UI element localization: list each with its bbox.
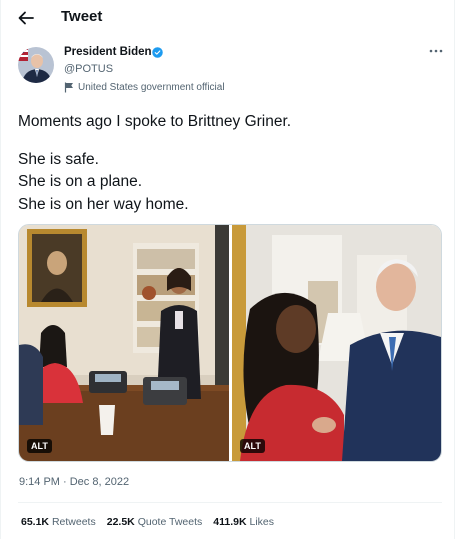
retweets-count: 65.1K [21, 516, 50, 528]
likes-count: 411.9K [213, 516, 247, 528]
engagement-stats: 65.1K Retweets 22.5K Quote Tweets 411.9K… [21, 516, 274, 528]
tweet-text: Moments ago I spoke to Brittney Griner. … [18, 111, 438, 216]
top-bar: Tweet [1, 0, 455, 36]
tweet-text-line: She is on her way home. [18, 195, 189, 213]
alt-badge[interactable]: ALT [27, 439, 52, 453]
divider [18, 502, 442, 503]
tweet-text-line: She is on a plane. [18, 173, 143, 190]
alt-badge[interactable]: ALT [240, 439, 265, 453]
more-dots-icon [429, 49, 443, 53]
retweets-label: Retweets [51, 516, 96, 528]
quote-tweets-stat[interactable]: 22.5K Quote Tweets [107, 516, 203, 528]
tweet-page: Tweet President Biden @POTUS United Stat… [0, 0, 455, 539]
quote-tweets-count: 22.5K [106, 516, 135, 528]
photo-office-call [19, 225, 229, 461]
arrow-left-icon [18, 11, 34, 25]
tweet-photo-2[interactable]: ALT [232, 225, 441, 461]
tweet-photo-1[interactable]: ALT [19, 225, 229, 461]
avatar-image [18, 47, 54, 83]
author-handle[interactable]: @POTUS [64, 63, 113, 75]
likes-stat[interactable]: 411.9K Likes [213, 516, 274, 528]
likes-label: Likes [249, 516, 275, 528]
quote-tweets-label: Quote Tweets [137, 516, 203, 528]
flag-icon [64, 82, 73, 92]
tweet-timestamp[interactable]: 9:14 PM · Dec 8, 2022 [19, 476, 129, 488]
more-options-button[interactable] [428, 45, 444, 57]
author-display-name[interactable]: President Biden [64, 46, 152, 58]
avatar[interactable] [18, 47, 54, 83]
government-label-text: United States government official [78, 81, 225, 93]
retweets-stat[interactable]: 65.1K Retweets [21, 516, 96, 528]
verified-badge-icon [152, 47, 163, 58]
tweet-text-line: Moments ago I spoke to Brittney Griner. [18, 113, 292, 130]
back-button[interactable] [13, 6, 39, 30]
tweet-text-line: She is safe. [18, 150, 99, 168]
page-title: Tweet [61, 8, 103, 25]
government-label: United States government official [64, 80, 225, 94]
photo-hug [232, 225, 441, 461]
tweet-media: ALT ALT [18, 224, 442, 462]
